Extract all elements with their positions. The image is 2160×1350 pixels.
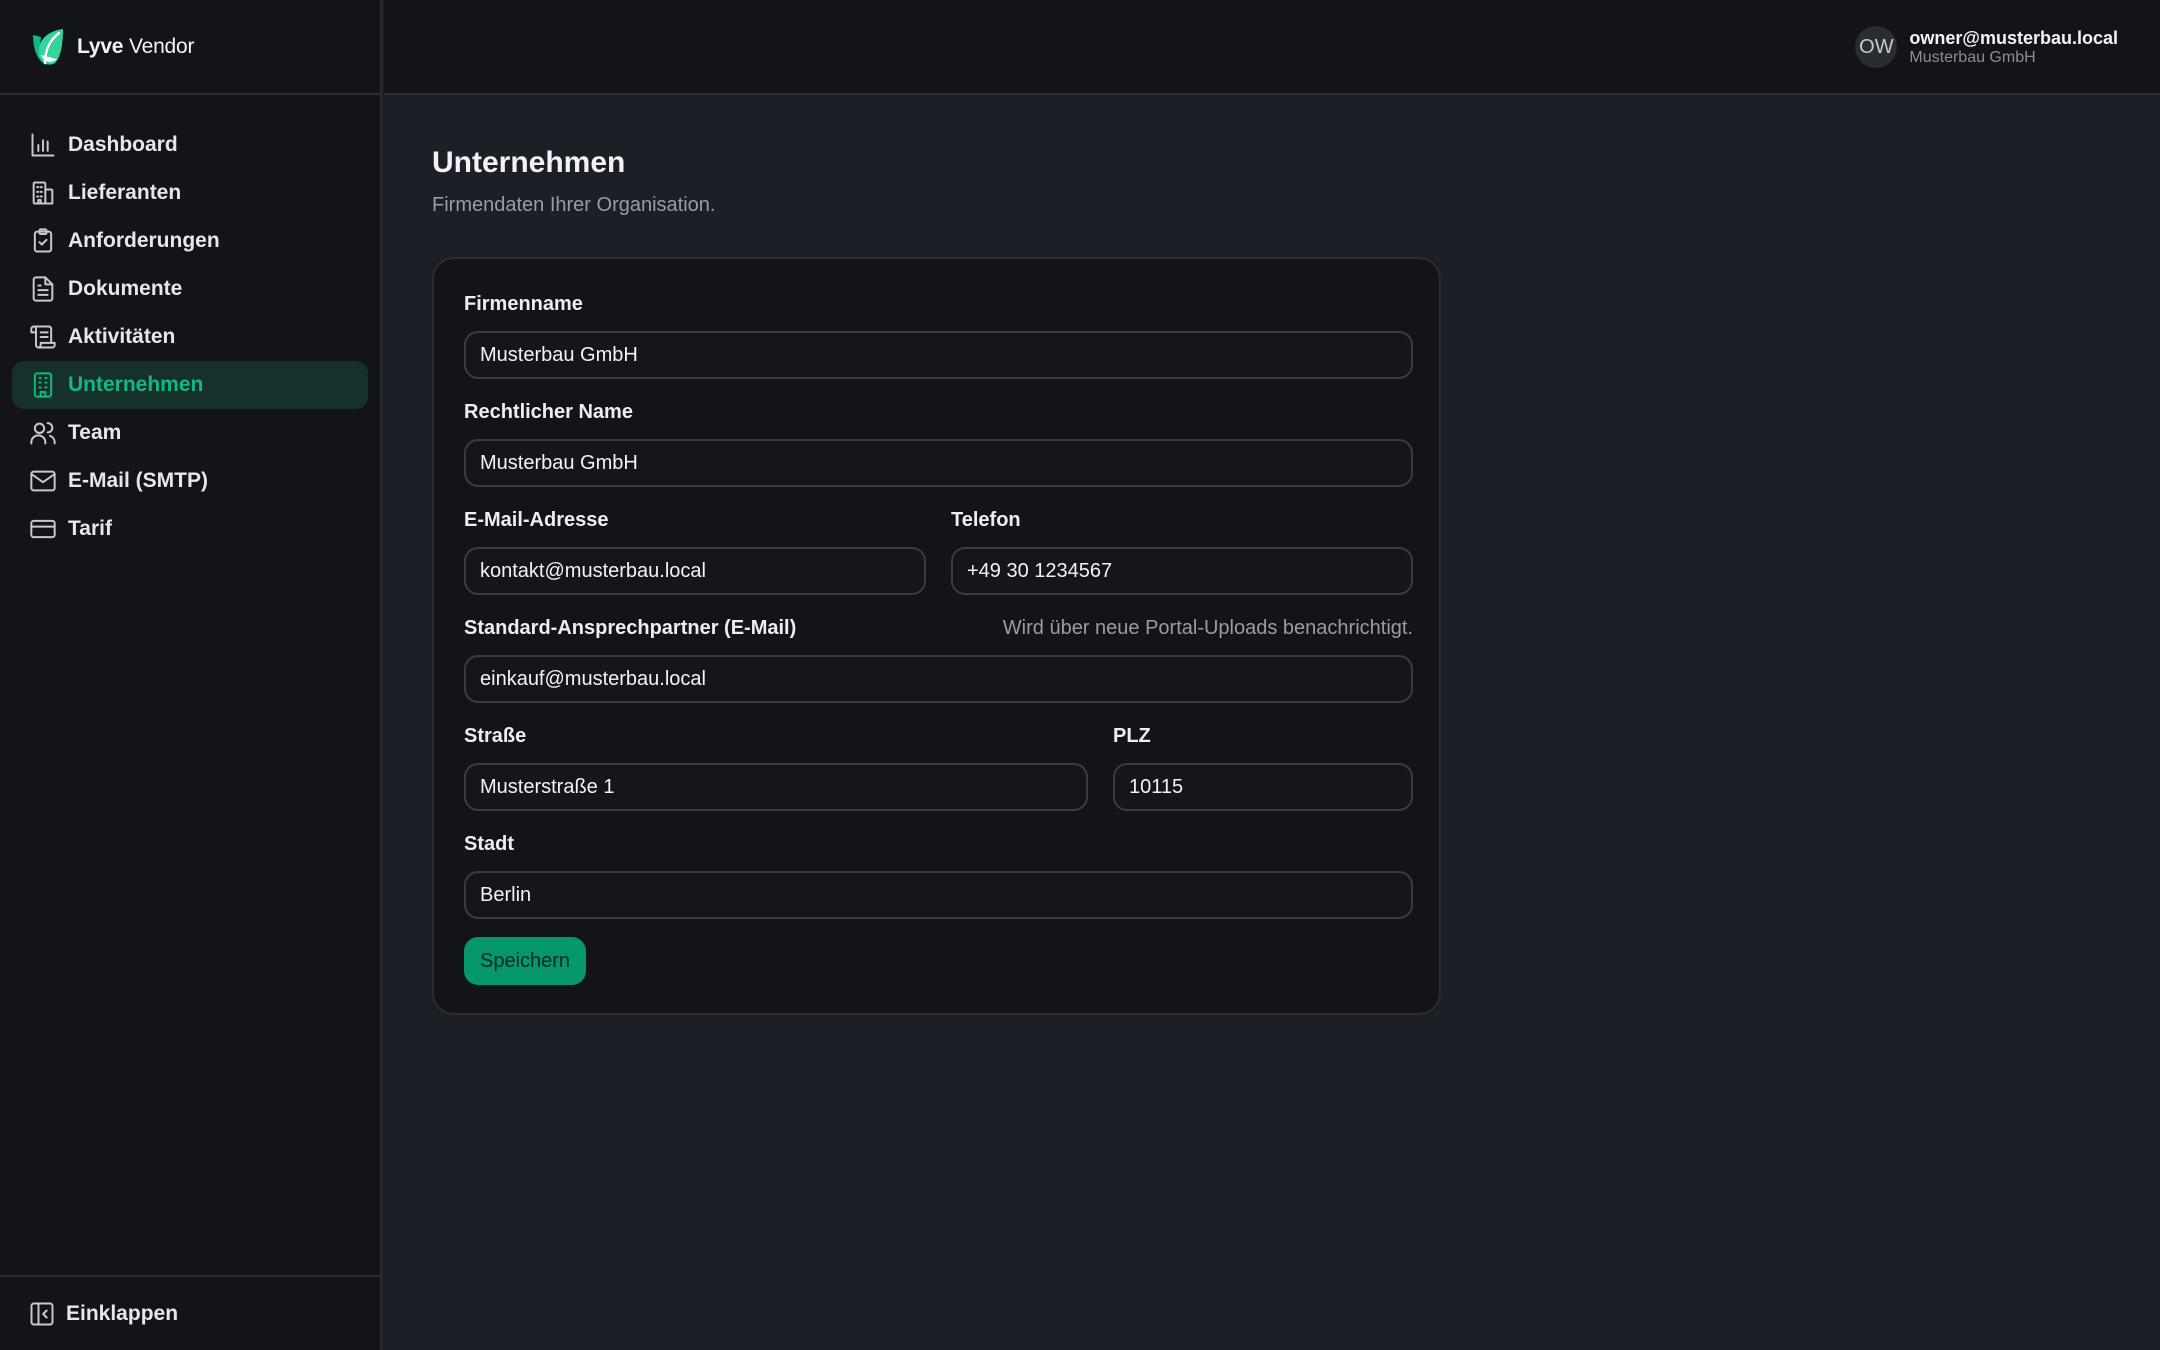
field-street: Straße Musterstraße 1 xyxy=(464,725,1088,811)
topbar: OW owner@musterbau.local Musterbau GmbH xyxy=(384,0,2160,95)
default-contact-hint: Wird über neue Portal-Uploads benachrich… xyxy=(1002,617,1413,639)
clipboard-check-icon xyxy=(28,226,58,256)
zip-input[interactable]: 10115 xyxy=(1113,763,1413,811)
sidebar-item-unternehmen[interactable]: Unternehmen xyxy=(12,361,368,409)
city-label: Stadt xyxy=(464,833,514,855)
credit-card-icon xyxy=(28,514,58,544)
field-city: Stadt Berlin xyxy=(464,833,1413,919)
sidebar-item-tarif[interactable]: Tarif xyxy=(12,505,368,553)
brand[interactable]: Lyve Vendor xyxy=(0,0,380,95)
sidebar-item-team[interactable]: Team xyxy=(12,409,368,457)
legal-name-input[interactable]: Musterbau GmbH xyxy=(464,439,1413,487)
avatar: OW xyxy=(1855,26,1898,68)
brand-name-light: Vendor xyxy=(128,34,195,58)
sidebar-item-label: Unternehmen xyxy=(68,373,204,396)
field-email: E-Mail-Adresse kontakt@musterbau.local xyxy=(464,509,926,595)
field-default-contact: Standard-Ansprechpartner (E-Mail) Wird ü… xyxy=(464,617,1413,703)
app-root: Lyve Vendor Dashboard Lieferanten Anford… xyxy=(0,0,2160,1350)
collapse-sidebar-button[interactable]: Einklappen xyxy=(0,1275,380,1350)
field-company-name: Firmenname Musterbau GmbH xyxy=(464,293,1413,379)
user-org: Musterbau GmbH xyxy=(1909,49,2036,66)
sidebar-item-dokumente[interactable]: Dokumente xyxy=(12,265,368,313)
sidebar-item-label: Tarif xyxy=(68,517,112,540)
sidebar: Lyve Vendor Dashboard Lieferanten Anford… xyxy=(0,0,382,1350)
sidebar-item-label: Anforderungen xyxy=(68,229,220,252)
bar-chart-icon xyxy=(28,130,58,160)
collapse-label: Einklappen xyxy=(66,1301,179,1325)
user-email: owner@musterbau.local xyxy=(1909,28,2118,48)
scroll-icon xyxy=(28,322,58,352)
sidebar-item-aktivitaeten[interactable]: Aktivitäten xyxy=(12,313,368,361)
sidebar-item-label: Team xyxy=(68,421,122,444)
company-name-input[interactable]: Musterbau GmbH xyxy=(464,331,1413,379)
field-legal-name: Rechtlicher Name Musterbau GmbH xyxy=(464,401,1413,487)
phone-input[interactable]: +49 30 1234567 xyxy=(951,547,1413,595)
panel-collapse-icon xyxy=(28,1300,56,1328)
sidebar-item-label: E-Mail (SMTP) xyxy=(68,469,208,492)
building-icon xyxy=(28,178,58,208)
phone-label: Telefon xyxy=(951,509,1021,531)
save-button[interactable]: Speichern xyxy=(464,937,587,985)
street-input[interactable]: Musterstraße 1 xyxy=(464,763,1088,811)
page-subtitle: Firmendaten Ihrer Organisation. xyxy=(432,194,716,216)
legal-name-label: Rechtlicher Name xyxy=(464,401,633,423)
sidebar-item-anforderungen[interactable]: Anforderungen xyxy=(12,217,368,265)
field-zip: PLZ 10115 xyxy=(1113,725,1413,811)
sidebar-item-label: Dokumente xyxy=(68,277,183,300)
default-contact-input[interactable]: einkauf@musterbau.local xyxy=(464,655,1413,703)
mail-icon xyxy=(28,466,58,496)
sidebar-nav: Dashboard Lieferanten Anforderungen Doku… xyxy=(0,95,380,553)
page-header: Unternehmen Firmendaten Ihrer Organisati… xyxy=(432,146,715,217)
city-input[interactable]: Berlin xyxy=(464,871,1413,919)
office-building-icon xyxy=(28,370,58,400)
sidebar-item-dashboard[interactable]: Dashboard xyxy=(12,121,368,169)
user-menu[interactable]: OW owner@musterbau.local Musterbau GmbH xyxy=(1855,26,2118,68)
sidebar-item-label: Aktivitäten xyxy=(68,325,176,348)
file-text-icon xyxy=(28,274,58,304)
sidebar-item-lieferanten[interactable]: Lieferanten xyxy=(12,169,368,217)
sidebar-item-label: Dashboard xyxy=(68,133,178,156)
company-name-label: Firmenname xyxy=(464,293,583,315)
brand-name: Lyve Vendor xyxy=(77,35,194,59)
field-phone: Telefon +49 30 1234567 xyxy=(951,509,1413,595)
sidebar-item-label: Lieferanten xyxy=(68,181,182,204)
leaf-logo-icon xyxy=(33,28,63,65)
street-label: Straße xyxy=(464,725,527,747)
brand-name-bold: Lyve xyxy=(77,34,124,58)
sidebar-item-email-smtp[interactable]: E-Mail (SMTP) xyxy=(12,457,368,505)
default-contact-label: Standard-Ansprechpartner (E-Mail) xyxy=(464,617,797,639)
page-title: Unternehmen xyxy=(432,146,626,179)
user-info: owner@musterbau.local Musterbau GmbH xyxy=(1909,27,2118,67)
company-form: Firmenname Musterbau GmbH Rechtlicher Na… xyxy=(432,257,1441,1015)
zip-label: PLZ xyxy=(1113,725,1151,747)
email-input[interactable]: kontakt@musterbau.local xyxy=(464,547,926,595)
users-icon xyxy=(28,418,58,448)
email-label: E-Mail-Adresse xyxy=(464,509,609,531)
